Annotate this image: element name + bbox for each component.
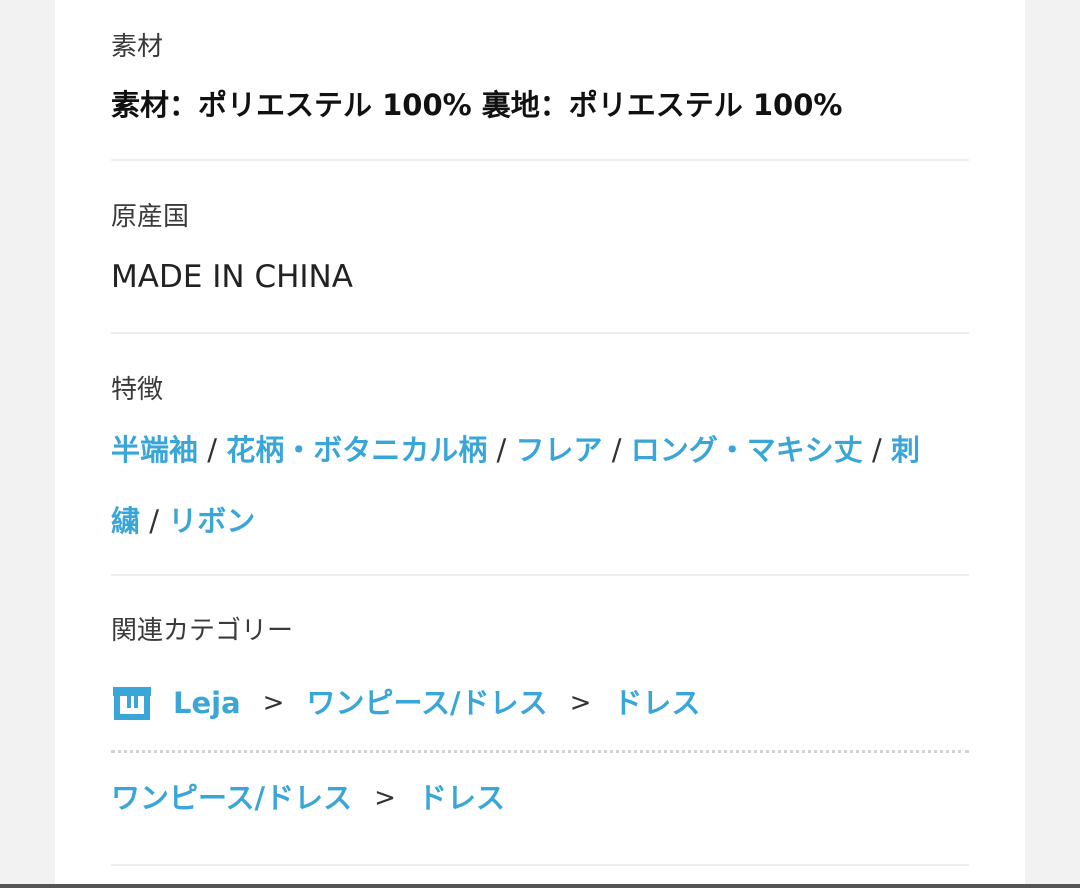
origin-value: MADE IN CHINA [111, 259, 353, 295]
divider [111, 332, 969, 334]
feature-link[interactable]: 繍 [111, 504, 140, 538]
breadcrumb-category-link[interactable]: ワンピース/ドレス [111, 778, 352, 818]
category-breadcrumb-shop: Leja > ワンピース/ドレス > ドレス [111, 683, 700, 723]
origin-label: 原産国 [111, 202, 190, 232]
separator: / [496, 433, 507, 467]
shop-icon [111, 685, 153, 721]
feature-link[interactable]: リボン [168, 504, 255, 538]
separator: / [207, 433, 218, 467]
feature-link[interactable]: 刺 [891, 433, 920, 467]
breadcrumb-subcategory-link[interactable]: ドレス [418, 778, 505, 818]
breadcrumb-separator: > [374, 783, 396, 813]
divider [111, 159, 969, 161]
breadcrumb-separator: > [569, 688, 592, 718]
breadcrumb-category-link[interactable]: ワンピース/ドレス [306, 683, 547, 723]
features-label: 特徴 [111, 375, 164, 405]
categories-label: 関連カテゴリー [111, 616, 294, 646]
divider [111, 864, 969, 866]
features-line-1: 半端袖 / 花柄・ボタニカル柄 / フレア / ロング・マキシ丈 / 刺 [111, 430, 920, 470]
features-line-2: 繍 / リボン [111, 501, 255, 541]
separator: / [149, 504, 160, 538]
feature-link[interactable]: ロング・マキシ丈 [631, 433, 863, 467]
breadcrumb-separator: > [262, 688, 285, 718]
feature-link[interactable]: 半端袖 [111, 433, 198, 467]
separator: / [611, 433, 622, 467]
feature-link[interactable]: 花柄・ボタニカル柄 [226, 433, 487, 467]
feature-link[interactable]: フレア [515, 433, 602, 467]
dotted-divider [111, 750, 969, 753]
material-value: 素材：ポリエステル 100% 裏地：ポリエステル 100% [111, 88, 843, 122]
bottom-edge [0, 884, 1080, 888]
breadcrumb-shop-link[interactable]: Leja [173, 683, 241, 723]
divider [111, 574, 969, 576]
category-breadcrumb: ワンピース/ドレス > ドレス [111, 778, 505, 818]
breadcrumb-subcategory-link[interactable]: ドレス [613, 683, 700, 723]
product-detail-panel: 素材 素材：ポリエステル 100% 裏地：ポリエステル 100% 原産国 MAD… [55, 0, 1025, 888]
separator: / [871, 433, 882, 467]
material-label: 素材 [111, 32, 164, 62]
